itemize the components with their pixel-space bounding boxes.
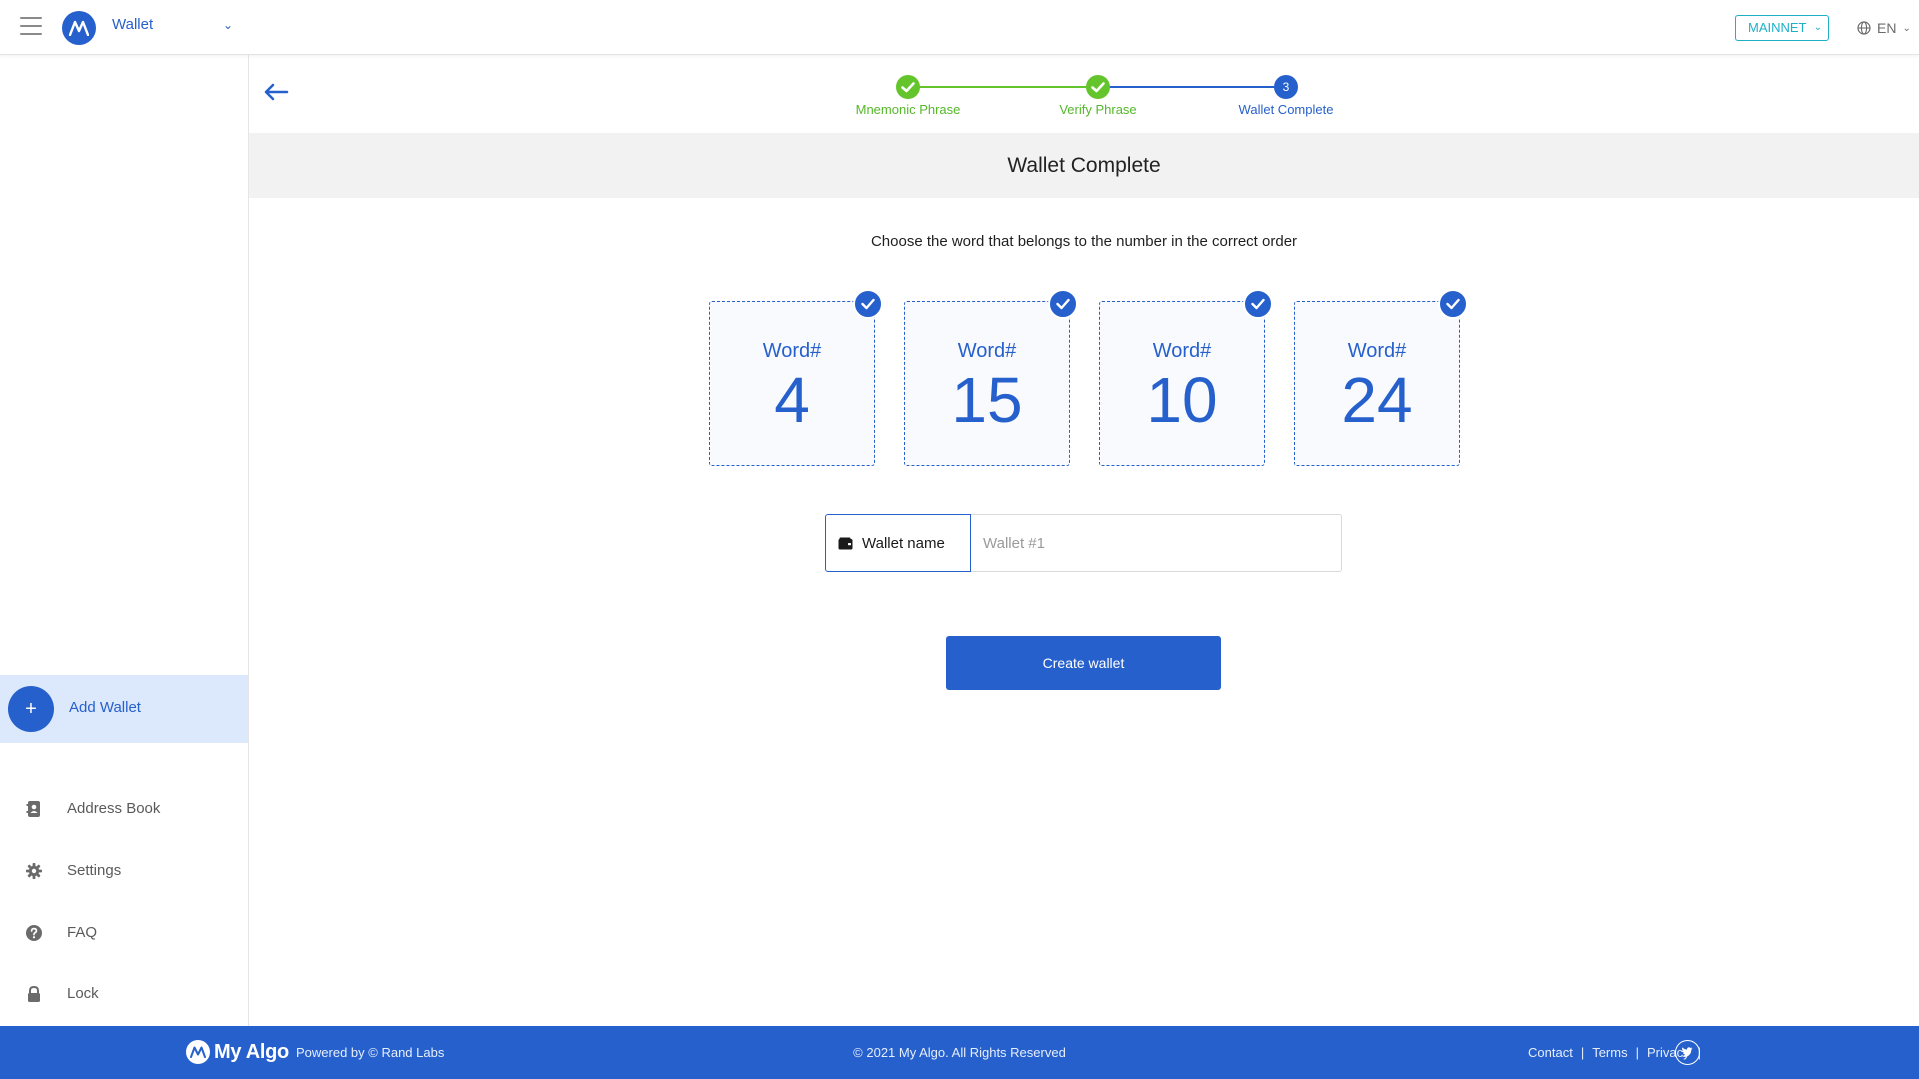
footer-link-terms[interactable]: Terms xyxy=(1592,1045,1627,1060)
checkmark-icon xyxy=(853,289,883,319)
checkmark-icon xyxy=(1243,289,1273,319)
twitter-icon[interactable] xyxy=(1675,1040,1700,1065)
step-connector xyxy=(1098,86,1286,88)
word-number: 4 xyxy=(774,364,810,436)
sidebar-item-faq[interactable]: FAQ xyxy=(0,913,248,953)
instruction-text: Choose the word that belongs to the numb… xyxy=(870,233,1298,250)
my-algo-logo-icon xyxy=(62,11,96,45)
checkmark-icon xyxy=(1438,289,1468,319)
page-title: Wallet Complete xyxy=(1007,154,1161,177)
step-1-check-icon xyxy=(896,75,920,99)
wallet-name-label: Wallet name xyxy=(862,534,945,552)
step-2-label: Verify Phrase xyxy=(1059,102,1137,117)
word-card[interactable]: Word# 24 xyxy=(1294,301,1460,466)
sidebar-item-label: Lock xyxy=(67,985,99,1002)
top-bar: Wallet ⌄ MAINNET ⌄ EN ⌄ xyxy=(0,0,1919,55)
question-circle-icon xyxy=(26,925,42,941)
add-wallet-label: Add Wallet xyxy=(69,699,141,716)
word-number: 24 xyxy=(1341,364,1413,436)
globe-icon xyxy=(1857,21,1871,35)
word-number: 10 xyxy=(1146,364,1218,436)
word-card[interactable]: Word# 10 xyxy=(1099,301,1265,466)
back-arrow-icon[interactable] xyxy=(262,81,290,103)
plus-icon: + xyxy=(8,686,54,732)
footer: My Algo Powered by © Rand Labs © 2021 My… xyxy=(0,1026,1919,1079)
gear-icon xyxy=(26,863,42,879)
sidebar-item-address-book[interactable]: Address Book xyxy=(0,789,248,829)
lock-icon xyxy=(28,985,40,1002)
word-card[interactable]: Word# 4 xyxy=(709,301,875,466)
word-label: Word# xyxy=(1347,340,1407,362)
footer-link-contact[interactable]: Contact xyxy=(1528,1045,1573,1060)
address-book-icon xyxy=(26,801,40,817)
hamburger-menu-icon[interactable] xyxy=(20,17,42,37)
step-connector xyxy=(908,86,1098,88)
network-selector[interactable]: MAINNET ⌄ xyxy=(1735,15,1829,41)
create-wallet-button[interactable]: Create wallet xyxy=(946,636,1221,690)
wallet-name-label-box: Wallet name xyxy=(825,514,971,572)
footer-divider: | xyxy=(1580,1045,1585,1060)
wallet-name-input[interactable] xyxy=(971,514,1342,572)
page-title-band: Wallet Complete xyxy=(249,133,1919,198)
chevron-down-icon: ⌄ xyxy=(222,18,233,32)
sidebar-item-label: FAQ xyxy=(67,924,98,941)
sidebar-item-settings[interactable]: Settings xyxy=(0,851,248,891)
word-number: 15 xyxy=(951,364,1023,436)
wallet-icon xyxy=(838,537,853,549)
network-label: MAINNET xyxy=(1748,20,1807,35)
step-3-number: 3 xyxy=(1274,75,1298,99)
sidebar-item-label: Address Book xyxy=(67,800,161,817)
language-selector[interactable]: EN ⌄ xyxy=(1857,17,1911,39)
word-label: Word# xyxy=(1152,340,1212,362)
chevron-down-icon: ⌄ xyxy=(1813,22,1822,33)
add-wallet-button[interactable]: + Add Wallet xyxy=(0,675,248,743)
word-label: Word# xyxy=(762,340,822,362)
sidebar-item-lock[interactable]: Lock xyxy=(0,974,248,1014)
wallet-selector-label: Wallet xyxy=(112,16,154,33)
word-card[interactable]: Word# 15 xyxy=(904,301,1070,466)
chevron-down-icon: ⌄ xyxy=(1902,22,1911,34)
step-1-label: Mnemonic Phrase xyxy=(855,102,961,117)
progress-stepper: Mnemonic Phrase Verify Phrase 3 Wallet C… xyxy=(840,72,1360,122)
step-3-label: Wallet Complete xyxy=(1238,102,1334,117)
wallet-name-group: Wallet name xyxy=(825,514,1342,572)
footer-divider: | xyxy=(1635,1045,1639,1060)
step-2-check-icon xyxy=(1086,75,1110,99)
checkmark-icon xyxy=(1048,289,1078,319)
sidebar-item-label: Settings xyxy=(67,862,122,879)
language-label: EN xyxy=(1877,20,1897,36)
word-label: Word# xyxy=(957,340,1017,362)
sidebar: + Add Wallet Address Book Settings FAQ L… xyxy=(0,55,249,1026)
wallet-selector[interactable]: Wallet ⌄ xyxy=(112,16,237,38)
